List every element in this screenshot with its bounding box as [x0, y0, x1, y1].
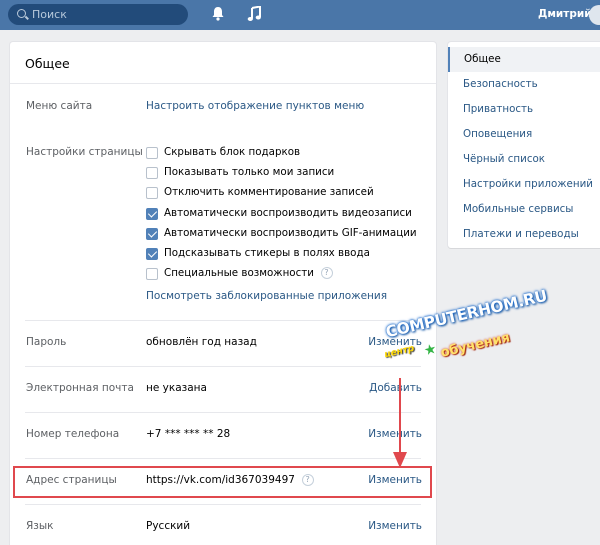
change-language-button[interactable]: Изменить — [368, 520, 422, 532]
side-menu-security[interactable]: Безопасность — [448, 72, 600, 97]
option-label: Подсказывать стикеры в полях ввода — [164, 247, 370, 259]
phone-label: Номер телефона — [26, 428, 120, 440]
option-label: Автоматически воспроизводить GIF-анимаци… — [164, 227, 417, 239]
option-label: Отключить комментирование записей — [164, 186, 374, 198]
site-menu-label: Меню сайта — [26, 100, 93, 112]
bell-icon[interactable] — [211, 6, 225, 21]
divider — [25, 412, 421, 413]
side-menu-privacy[interactable]: Приватность — [448, 97, 600, 122]
side-menu-notifications[interactable]: Оповещения — [448, 122, 600, 147]
divider — [25, 458, 421, 459]
search-input[interactable]: Поиск — [8, 4, 188, 25]
divider — [25, 366, 421, 367]
option-label: Скрывать блок подарков — [164, 146, 301, 158]
top-bar: Поиск Дмитрий — [0, 0, 600, 30]
search-placeholder: Поиск — [32, 8, 67, 21]
side-menu-mobile-services[interactable]: Мобильные сервисы — [448, 197, 600, 222]
checkbox[interactable] — [146, 187, 158, 199]
language-label: Язык — [26, 520, 54, 532]
option-label: Автоматически воспроизводить видеозаписи — [164, 207, 412, 219]
language-value: Русский — [146, 520, 191, 532]
side-menu-payments[interactable]: Платежи и переводы — [448, 222, 600, 247]
watermark-line2: центр — [383, 343, 416, 361]
music-icon[interactable] — [247, 6, 261, 22]
arrow-icon — [393, 378, 407, 468]
blocked-apps-link[interactable]: Посмотреть заблокированные приложения — [146, 290, 387, 302]
checkbox-checked[interactable] — [146, 208, 158, 220]
checkbox[interactable] — [146, 167, 158, 179]
divider — [25, 504, 421, 505]
checkbox-checked[interactable] — [146, 248, 158, 260]
phone-value: +7 *** *** ** 28 — [146, 428, 231, 440]
option-label: Специальные возможности ? — [164, 267, 333, 279]
checkbox[interactable] — [146, 147, 158, 159]
side-menu-blacklist[interactable]: Чёрный список — [448, 147, 600, 172]
settings-side-menu: Общее Безопасность Приватность Оповещени… — [448, 42, 600, 248]
divider — [10, 83, 436, 84]
avatar[interactable] — [589, 5, 600, 25]
page-settings-label: Настройки страницы — [26, 146, 143, 158]
configure-menu-link[interactable]: Настроить отображение пунктов меню — [146, 100, 364, 112]
checkbox[interactable] — [146, 268, 158, 280]
page-title: Общее — [25, 56, 70, 71]
option-label: Показывать только мои записи — [164, 166, 335, 178]
password-value: обновлён год назад — [146, 336, 257, 348]
search-icon — [17, 9, 26, 18]
watermark-logo: COMPUTERHOM.RU центр ★ обучения — [380, 287, 550, 373]
checkbox-checked[interactable] — [146, 228, 158, 240]
password-label: Пароль — [26, 336, 67, 348]
side-menu-app-settings[interactable]: Настройки приложений — [448, 172, 600, 197]
highlight-box — [13, 466, 432, 498]
user-name[interactable]: Дмитрий — [538, 8, 592, 20]
email-value: не указана — [146, 382, 207, 394]
star-icon: ★ — [422, 340, 439, 360]
help-icon[interactable]: ? — [320, 267, 333, 279]
email-label: Электронная почта — [26, 382, 134, 394]
watermark-line3: обучения — [439, 330, 512, 361]
divider — [25, 320, 421, 321]
side-menu-general[interactable]: Общее — [448, 47, 600, 72]
